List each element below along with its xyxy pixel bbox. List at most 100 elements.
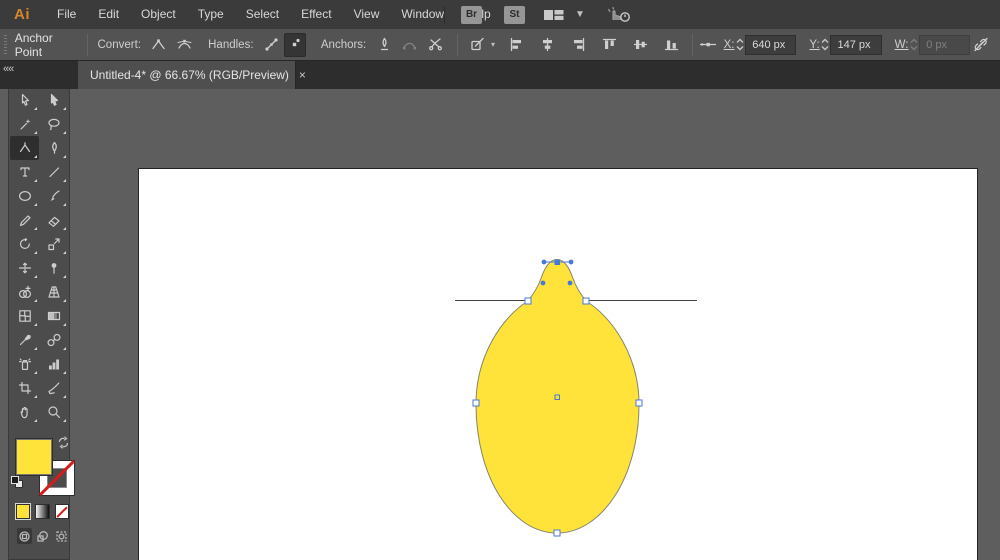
anchor-point-tool[interactable] [10,136,39,160]
convert-label: Convert: [97,38,141,51]
convert-to-corner-button[interactable] [148,33,170,57]
bridge-button[interactable]: Br [461,5,482,24]
handles-label: Handles: [208,38,254,51]
lasso-tool[interactable] [39,112,68,136]
tool-grid [9,88,69,424]
x-stepper[interactable] [734,38,745,51]
anchor-point-display-icon [697,33,719,57]
paintbrush-tool[interactable] [39,184,68,208]
remove-anchor-button[interactable] [373,33,395,57]
artboard[interactable] [138,168,978,560]
ellipse-tool[interactable] [10,184,39,208]
align-bottom-button[interactable] [659,33,683,57]
symbol-sprayer-tool[interactable] [10,352,39,376]
document-tab-title: Untitled-4* @ 66.67% (RGB/Preview) [90,68,289,82]
menu-effect[interactable]: Effect [290,0,342,29]
none-button[interactable] [54,504,69,519]
stock-button[interactable]: St [504,5,525,24]
draw-inside-button[interactable] [54,528,69,544]
magic-wand-tool[interactable] [10,112,39,136]
menu-edit[interactable]: Edit [87,0,130,29]
y-stepper[interactable] [820,38,831,51]
selection-tool[interactable] [10,88,39,112]
gradient-tool[interactable] [39,304,68,328]
menu-items: File Edit Object Type Select Effect View Window… [46,0,502,29]
isolate-object-button[interactable] [465,33,489,57]
separator [692,33,694,56]
chevron-down-icon[interactable]: ▾ [491,40,495,49]
x-label[interactable]: X: [724,39,735,51]
slice-tool[interactable] [39,376,68,400]
menu-object[interactable]: Object [130,0,187,29]
y-label[interactable]: Y: [809,39,819,51]
line-segment-tool[interactable] [39,160,68,184]
x-input[interactable]: 640 px [745,34,797,55]
unlink-dimensions-icon[interactable] [970,33,992,57]
w-input: 0 px [919,34,971,55]
close-tab-icon[interactable]: × [299,69,306,81]
scale-tool[interactable] [39,232,68,256]
pasteboard [0,89,1000,560]
align-top-button[interactable] [597,33,621,57]
zoom-tool[interactable] [39,400,68,424]
arrange-documents-icon[interactable] [543,8,565,22]
direct-selection-tool[interactable] [39,88,68,112]
drawing-modes-row [9,528,69,544]
gradient-button[interactable] [35,504,50,519]
default-fill-stroke-icon[interactable] [11,476,23,488]
menu-file[interactable]: File [46,0,87,29]
hide-handles-button[interactable] [284,32,306,57]
type-tool[interactable] [10,160,39,184]
align-center-horizontal-button[interactable] [535,33,559,57]
pencil-tool[interactable] [10,208,39,232]
artboard-tool[interactable] [10,376,39,400]
eyedropper-tool[interactable] [10,328,39,352]
separator [457,33,458,56]
w-label: W: [894,38,909,51]
touch-workspace-icon[interactable] [607,6,633,24]
menu-view[interactable]: View [343,0,391,29]
control-bar: Anchor Point Convert: Handles: Anchors: … [0,29,1000,61]
y-input[interactable]: 147 px [830,34,882,55]
anchor-point-label: Anchor Point [14,30,53,59]
rotate-tool[interactable] [10,232,39,256]
perspective-grid-tool[interactable] [39,280,68,304]
shape-builder-tool[interactable] [10,280,39,304]
swap-fill-stroke-icon[interactable] [57,436,70,454]
chevron-down-icon[interactable]: ▼ [575,9,585,20]
control-bar-grip[interactable] [4,34,7,55]
document-tab[interactable]: Untitled-4* @ 66.67% (RGB/Preview) × [78,61,306,89]
align-middle-vertical-button[interactable] [628,33,652,57]
fill-stroke-controls [9,436,76,500]
draw-normal-button[interactable] [17,528,33,544]
menu-type[interactable]: Type [187,0,235,29]
tab-strip: «« Untitled-4* @ 66.67% (RGB/Preview) × [0,61,1000,89]
menubar-separator [444,5,445,24]
color-button[interactable] [14,503,32,520]
color-type-row [9,503,69,520]
draw-behind-button[interactable] [35,528,50,544]
blend-tool[interactable] [39,328,68,352]
w-stepper [908,38,919,51]
convert-to-smooth-button[interactable] [174,33,196,57]
show-handles-button[interactable] [261,33,283,57]
anchors-label: Anchors: [320,38,367,51]
collapse-panel-button[interactable]: «« [3,63,14,75]
column-graph-tool[interactable] [39,352,68,376]
mesh-tool[interactable] [10,304,39,328]
menu-bar: Ai File Edit Object Type Select Effect View Win… [0,0,1000,29]
menu-select[interactable]: Select [235,0,290,29]
align-right-button[interactable] [566,33,590,57]
width-tool[interactable] [10,256,39,280]
puppet-warp-tool[interactable] [39,256,68,280]
align-left-button[interactable] [504,33,528,57]
hand-tool[interactable] [10,400,39,424]
curvature-tool[interactable] [39,136,68,160]
fill-swatch[interactable] [15,438,53,476]
illustrator-logo: Ai [14,6,30,23]
tools-panel [8,74,76,560]
eraser-tool[interactable] [39,208,68,232]
separator [86,33,88,56]
connect-endpoints-button[interactable] [399,33,421,57]
cut-path-button[interactable] [424,33,446,57]
